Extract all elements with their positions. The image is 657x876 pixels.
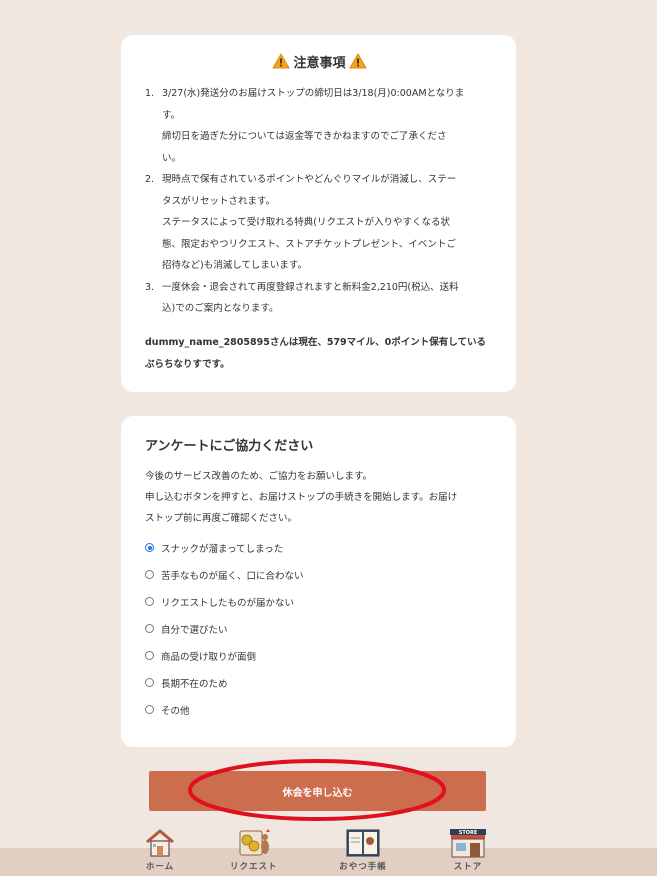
survey-option-label: スナックが溜まってしまった	[161, 543, 284, 555]
survey-option[interactable]: スナックが溜まってしまった	[145, 534, 494, 561]
survey-desc-line: 申し込むボタンを押すと、お届けストップの手続きを開始します。お届け	[145, 492, 458, 503]
survey-option[interactable]: 自分で選びたい	[145, 615, 494, 642]
radio-button[interactable]	[145, 678, 154, 687]
notice-item-number: 2.	[145, 174, 155, 185]
nav-request[interactable]: リクエスト	[230, 827, 278, 872]
notice-line: す。	[162, 109, 181, 121]
survey-option-label: リクエストしたものが届かない	[161, 597, 295, 609]
notice-line: 込)でのご案内となります。	[162, 303, 279, 314]
bottom-nav-bar	[0, 848, 657, 876]
home-icon	[146, 829, 174, 857]
nav-store[interactable]: STORE ストア	[448, 827, 488, 872]
survey-card: アンケートにご協力ください 今後のサービス改善のため、ご協力をお願いします。 申…	[121, 416, 516, 747]
notice-item-number: 1.	[145, 88, 155, 99]
notice-line: ステータスによって受け取れる特典(リクエストが入りやすくなる状	[162, 217, 450, 228]
nav-home[interactable]: ホーム	[144, 827, 176, 872]
notice-line: 締切日を過ぎた分については返金等できかねますのでご了承くださ	[162, 131, 447, 142]
survey-option-label: その他	[161, 705, 190, 717]
survey-desc-line: 今後のサービス改善のため、ご協力をお願いします。	[145, 471, 373, 482]
survey-option-label: 苦手なものが届く、口に合わない	[161, 570, 304, 582]
notice-item: 2. 現時点で保有されているポイントやどんぐりマイルが消滅し、ステー タスがリセ…	[145, 169, 494, 277]
notice-title: 注意事項	[293, 55, 346, 71]
survey-option-label: 自分で選びたい	[161, 624, 228, 636]
notice-line: 3/27(水)発送分のお届けストップの締切日は3/18(月)0:00AMとなりま	[162, 88, 465, 99]
survey-title: アンケートにご協力ください	[145, 439, 314, 454]
warning-icon	[349, 53, 366, 69]
summary-line: dummy_name_2805895さんは現在、579マイル、0ポイント保有して…	[145, 336, 486, 348]
survey-option-label: 商品の受け取りが面倒	[161, 651, 257, 663]
notice-heading: 注意事項	[145, 51, 494, 71]
survey-option[interactable]: 長期不在のため	[145, 669, 494, 696]
notice-line: 態、限定おやつリクエスト、ストアチケットプレゼント、イベントご	[162, 238, 456, 250]
notice-line: 現時点で保有されているポイントやどんぐりマイルが消滅し、ステー	[162, 174, 457, 185]
survey-option[interactable]: リクエストしたものが届かない	[145, 588, 494, 615]
survey-option[interactable]: 商品の受け取りが面倒	[145, 642, 494, 669]
nav-home-label: ホーム	[145, 862, 175, 872]
survey-option[interactable]: その他	[145, 696, 494, 723]
radio-button[interactable]	[145, 705, 154, 714]
radio-button[interactable]	[145, 543, 154, 552]
survey-desc-line: ストップ前に再度ご確認ください。	[145, 513, 298, 524]
notice-line: 一度休会・退会されて再度登録されますと新料金2,210円(税込、送料	[162, 281, 459, 293]
notice-line: タスがリセットされます。	[162, 195, 276, 207]
nav-store-label: ストア	[453, 862, 483, 872]
radio-button[interactable]	[145, 624, 154, 633]
notice-line: 招待など)も消滅してしまいます。	[162, 260, 307, 271]
radio-button[interactable]	[145, 597, 154, 606]
notice-line: い。	[162, 152, 182, 164]
store-icon: STORE	[450, 829, 486, 858]
survey-option[interactable]: 苦手なものが届く、口に合わない	[145, 561, 494, 588]
apply-pause-button[interactable]: 休会を申し込む	[149, 771, 486, 811]
warning-icon	[272, 53, 290, 69]
nav-notebook-label: おやつ手帳	[339, 862, 387, 872]
nav-notebook[interactable]: おやつ手帳	[338, 827, 388, 872]
notice-card: 注意事項 1. 3/27(水)発送分のお届けストップの締切日は3/18(月)0:…	[121, 35, 516, 392]
notice-item: 1. 3/27(水)発送分のお届けストップの締切日は3/18(月)0:00AMと…	[145, 83, 494, 169]
survey-options: スナックが溜まってしまった 苦手なものが届く、口に合わない リクエストしたものが…	[145, 534, 494, 723]
survey-description: 今後のサービス改善のため、ご協力をお願いします。 申し込むボタンを押すと、お届け…	[145, 466, 494, 529]
notice-item: 3. 一度休会・退会されて再度登録されますと新料金2,210円(税込、送料 込)…	[145, 277, 494, 320]
snack-request-icon	[239, 829, 270, 856]
radio-button[interactable]	[145, 570, 154, 579]
nav-request-label: リクエスト	[230, 862, 278, 872]
survey-option-label: 長期不在のため	[161, 678, 228, 690]
notebook-icon	[346, 829, 380, 857]
notice-item-number: 3.	[145, 281, 155, 293]
radio-button[interactable]	[145, 651, 154, 660]
notice-list: 1. 3/27(水)発送分のお届けストップの締切日は3/18(月)0:00AMと…	[145, 83, 494, 320]
user-status-summary: dummy_name_2805895さんは現在、579マイル、0ポイント保有して…	[145, 332, 494, 376]
summary-line: ぷらちなりすです。	[145, 358, 230, 370]
